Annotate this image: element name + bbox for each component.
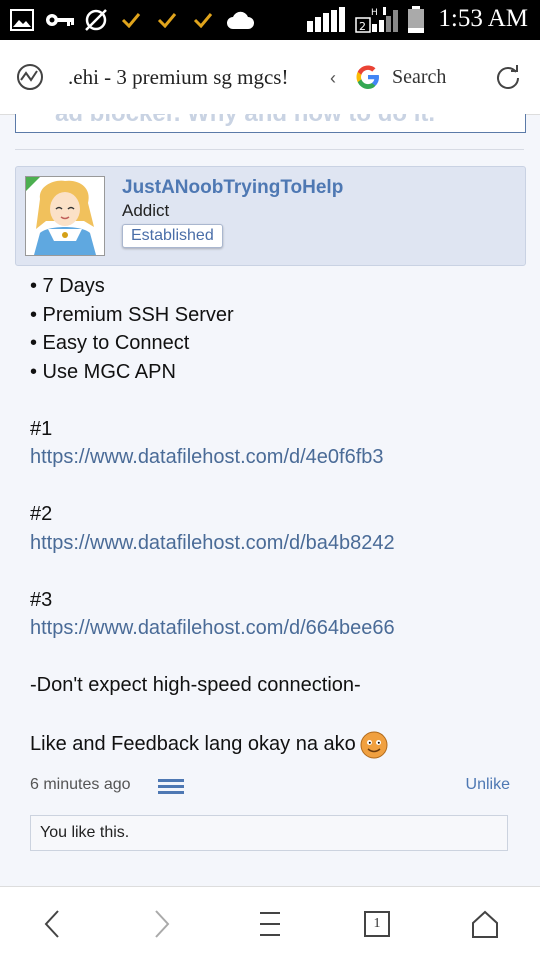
- unlike-button[interactable]: Unlike: [466, 776, 510, 794]
- link-label: #2: [30, 503, 53, 525]
- post-timestamp[interactable]: 6 minutes ago: [30, 776, 131, 793]
- user-badge: Established: [122, 224, 223, 248]
- check-icon: [120, 8, 142, 32]
- thread-content: ad blocker. Why and how to do it. JustAN…: [0, 114, 540, 886]
- signal-icon: [305, 7, 349, 32]
- cloud-icon: [225, 8, 255, 32]
- refresh-icon[interactable]: [494, 63, 522, 91]
- search-button[interactable]: Search: [392, 66, 446, 89]
- link-label: #1: [30, 417, 53, 440]
- battery-icon: [406, 6, 426, 33]
- sim2-signal-icon: 2H: [354, 7, 402, 33]
- browser-bottom-nav: 1: [0, 886, 540, 960]
- avatar[interactable]: [25, 176, 105, 256]
- smiley-emoji-icon: [360, 731, 388, 759]
- status-time: 1:53 AM: [438, 5, 528, 32]
- post-note: -Don't expect high-speed connection-: [30, 674, 361, 696]
- check-icon: [156, 8, 178, 32]
- feature-line: • Premium SSH Server: [30, 303, 234, 326]
- browser-url-bar: .ehi - 3 premium sg mgcs! ‹ Search: [0, 40, 540, 115]
- home-icon[interactable]: [465, 907, 505, 941]
- feature-line: • 7 Days: [30, 275, 105, 297]
- post-user-block: JustANoobTryingToHelp Addict Established: [15, 166, 526, 266]
- forward-icon[interactable]: [142, 907, 182, 941]
- previous-post-text: ad blocker. Why and how to do it.: [55, 114, 435, 128]
- post-closing: Like and Feedback lang okay na ako: [30, 733, 356, 755]
- chart-icon[interactable]: [16, 63, 44, 91]
- google-icon[interactable]: [354, 63, 382, 91]
- link-label: #3: [30, 588, 53, 611]
- feature-line: • Easy to Connect: [30, 332, 190, 354]
- data-saver-icon: [82, 8, 110, 32]
- feature-line: • Use MGC APN: [30, 360, 176, 383]
- likes-summary: You like this.: [30, 815, 508, 851]
- tab-count: 1: [364, 911, 390, 937]
- tabs-button[interactable]: 1: [357, 907, 397, 941]
- check-icon: [192, 8, 214, 32]
- network-label: H: [371, 8, 378, 18]
- download-link-1[interactable]: https://www.datafilehost.com/d/4e0f6fb3: [30, 443, 520, 472]
- post-meta: 6 minutes ago Unlike: [30, 776, 510, 796]
- key-icon: [44, 8, 76, 32]
- username-link[interactable]: JustANoobTryingToHelp: [122, 177, 343, 199]
- download-link-3[interactable]: https://www.datafilehost.com/d/664bee66: [30, 614, 520, 643]
- sim-label: 2: [359, 20, 366, 33]
- title-overflow-marker: ‹: [330, 68, 336, 88]
- post-body: • 7 Days • Premium SSH Server • Easy to …: [30, 272, 520, 760]
- page-title[interactable]: .ehi - 3 premium sg mgcs!: [68, 65, 338, 90]
- user-title: Addict: [122, 201, 170, 220]
- divider: [15, 149, 524, 150]
- post-menu-icon[interactable]: [158, 778, 184, 799]
- image-icon: [8, 8, 36, 32]
- status-bar: 2H 1:53 AM: [0, 0, 540, 40]
- download-link-2[interactable]: https://www.datafilehost.com/d/ba4b8242: [30, 529, 520, 558]
- menu-icon[interactable]: [250, 907, 290, 941]
- back-icon[interactable]: [32, 907, 72, 941]
